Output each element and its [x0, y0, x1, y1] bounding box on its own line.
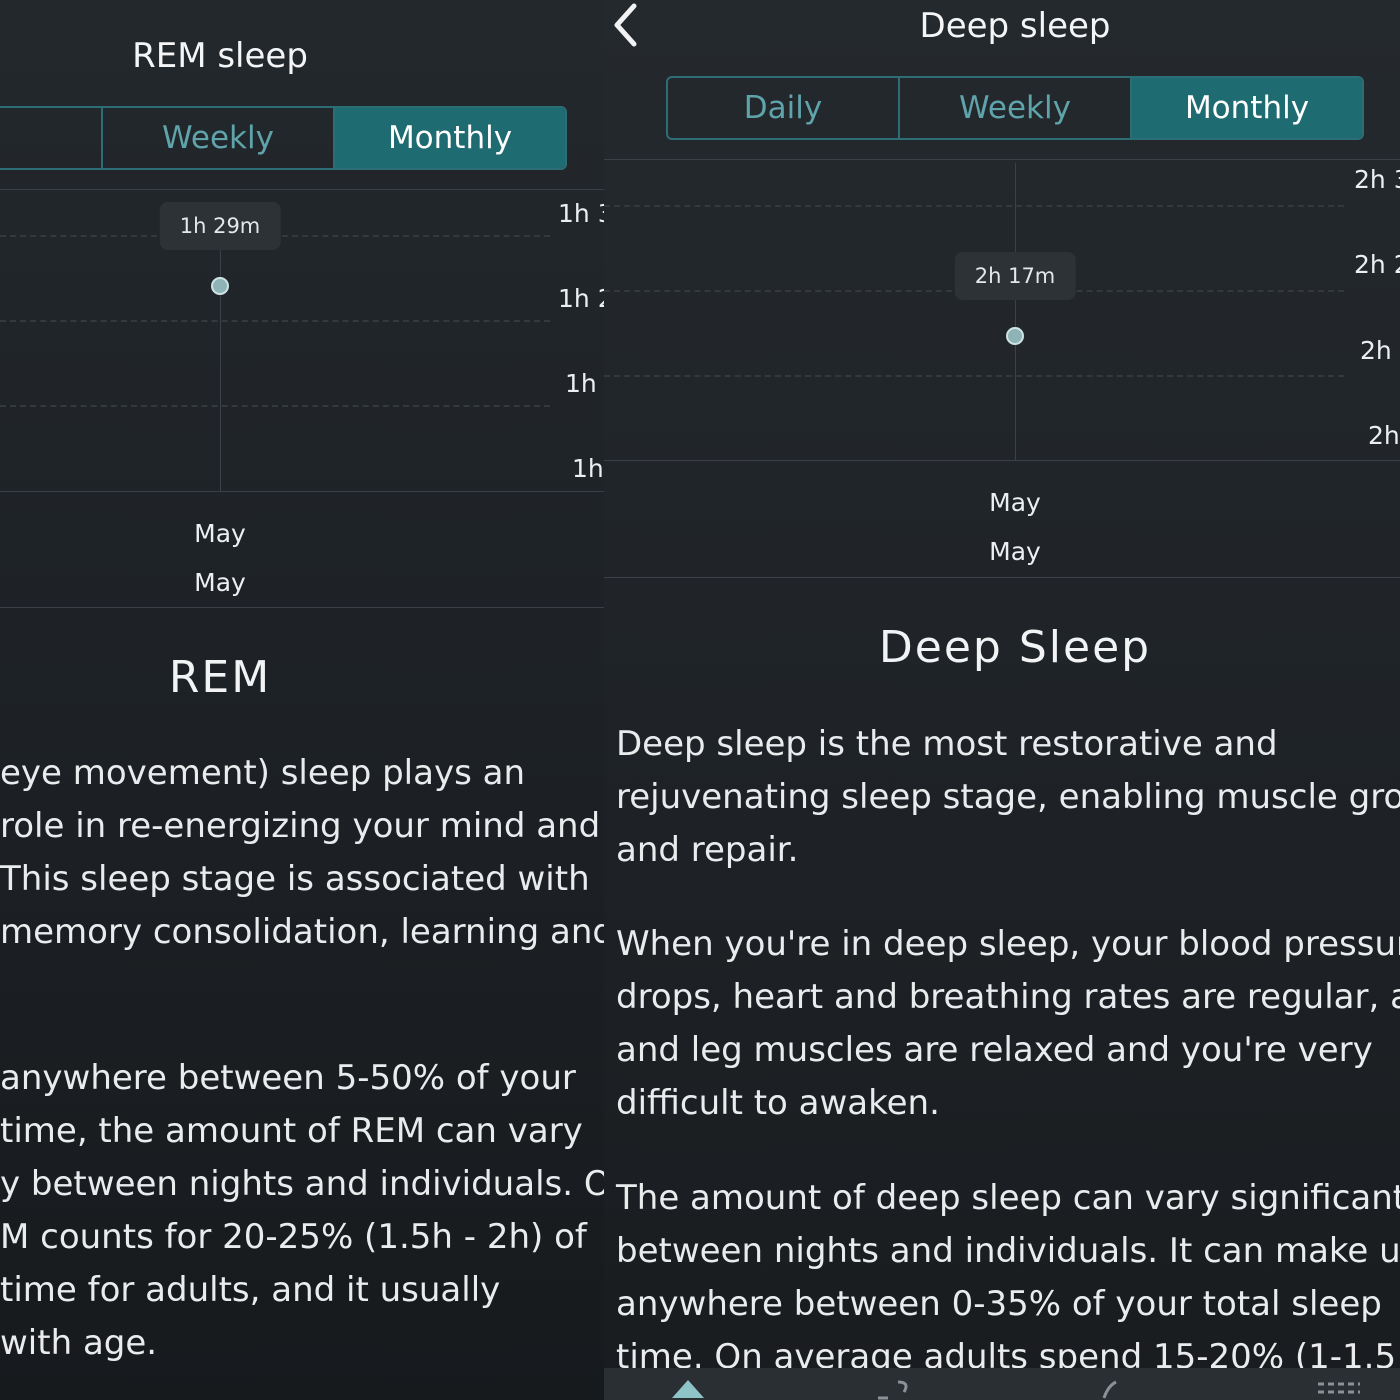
value-tooltip: 1h 29m — [159, 202, 281, 250]
menu-icon[interactable] — [1314, 1378, 1364, 1400]
deep-sleep-panel: Deep sleep Daily Weekly Monthly 2h 3 2h … — [604, 0, 1400, 1400]
paragraph-line: This sleep stage is associated with — [0, 859, 590, 899]
section-divider — [604, 577, 1400, 578]
paragraph-line: Deep sleep is the most restorative and — [616, 724, 1278, 764]
paragraph-line: anywhere between 0-35% of your total sle… — [616, 1284, 1382, 1324]
paragraph-line: difficult to awaken. — [616, 1083, 940, 1123]
x-axis-label: May — [194, 568, 246, 597]
chart-top-border — [604, 159, 1400, 160]
sleep-icon[interactable] — [874, 1378, 914, 1400]
y-axis-label: 2h 3 — [1354, 165, 1400, 194]
paragraph-line: The amount of deep sleep can vary signif… — [616, 1178, 1400, 1218]
x-axis-label: May — [989, 537, 1041, 566]
paragraph-line: and leg muscles are relaxed and you're v… — [616, 1030, 1373, 1070]
activity-icon[interactable] — [1098, 1378, 1128, 1400]
gridline — [604, 205, 1344, 207]
tab-monthly[interactable]: Monthly — [335, 108, 565, 168]
rem-sleep-panel: REM sleep ly Weekly Monthly 1h 3 1h 2 1h… — [0, 0, 604, 1400]
paragraph-line: and repair. — [616, 830, 799, 870]
y-axis-label: 1h — [572, 454, 604, 483]
data-point[interactable] — [1006, 327, 1024, 345]
home-icon[interactable] — [668, 1378, 708, 1400]
tab-monthly[interactable]: Monthly — [1132, 78, 1362, 138]
screenshot-canvas: REM sleep ly Weekly Monthly 1h 3 1h 2 1h… — [0, 0, 1400, 1400]
tab-daily[interactable]: Daily — [668, 78, 900, 138]
y-axis-label: 2h 2 — [1354, 250, 1400, 279]
tab-daily[interactable]: ly — [0, 108, 103, 168]
page-title: REM sleep — [132, 36, 308, 76]
paragraph-line: role in re-energizing your mind and — [0, 806, 601, 846]
gridline — [0, 320, 550, 322]
section-heading: Deep Sleep — [878, 622, 1152, 673]
section-heading: REM — [168, 652, 272, 703]
y-axis-label: 2h — [1368, 421, 1400, 450]
section-divider — [0, 607, 604, 608]
period-tabs: ly Weekly Monthly — [0, 106, 567, 170]
paragraph-line: with age. — [0, 1323, 158, 1363]
value-tooltip: 2h 17m — [954, 252, 1076, 300]
y-axis-label: 1h 3 — [558, 199, 604, 228]
page-title: Deep sleep — [919, 6, 1111, 46]
tab-weekly[interactable]: Weekly — [103, 108, 335, 168]
paragraph-line: rejuvenating sleep stage, enabling muscl… — [616, 777, 1400, 817]
paragraph-line: M counts for 20-25% (1.5h - 2h) of — [0, 1217, 587, 1257]
selection-line — [1015, 163, 1016, 461]
chart-baseline — [0, 491, 604, 492]
paragraph-line: time for adults, and it usually — [0, 1270, 501, 1310]
paragraph-line: drops, heart and breathing rates are reg… — [616, 977, 1400, 1017]
y-axis-label: 2h 1 — [1360, 336, 1400, 365]
paragraph-line: between nights and individuals. It can m… — [616, 1231, 1400, 1271]
x-axis-label: May — [989, 488, 1041, 517]
paragraph-line: eye movement) sleep plays an — [0, 753, 525, 793]
chevron-left-icon[interactable] — [612, 2, 642, 48]
paragraph-line: anywhere between 5-50% of your — [0, 1058, 576, 1098]
x-axis-label: May — [194, 519, 246, 548]
gridline — [604, 375, 1344, 377]
paragraph-line: y between nights and individuals. On — [0, 1164, 604, 1204]
period-tabs: Daily Weekly Monthly — [666, 76, 1364, 140]
paragraph-line: time, the amount of REM can vary — [0, 1111, 583, 1151]
chart-top-border — [0, 189, 604, 190]
data-point[interactable] — [211, 277, 229, 295]
tab-weekly[interactable]: Weekly — [900, 78, 1132, 138]
chart-baseline — [604, 460, 1400, 461]
gridline — [0, 405, 550, 407]
y-axis-label: 1h 2 — [558, 284, 604, 313]
paragraph-line: memory consolidation, learning and — [0, 912, 604, 952]
paragraph-line: When you're in deep sleep, your blood pr… — [616, 924, 1400, 964]
y-axis-label: 1h 1 — [565, 369, 604, 398]
bottom-nav-bar — [604, 1368, 1400, 1400]
